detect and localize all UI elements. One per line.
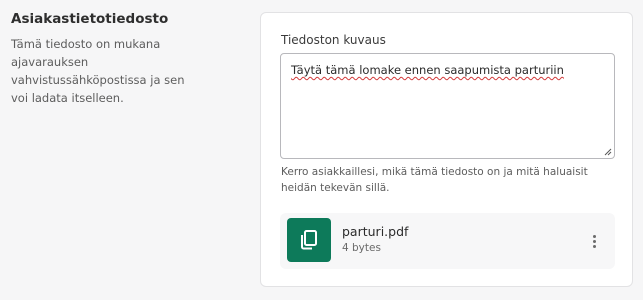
resize-handle-icon[interactable] (604, 148, 612, 156)
more-options-button[interactable] (587, 231, 601, 251)
section-title: Asiakastietotiedosto (11, 11, 169, 27)
file-item[interactable]: parturi.pdf 4 bytes (280, 213, 615, 269)
page: Asiakastietotiedosto Tämä tiedosto on mu… (0, 0, 643, 300)
file-size: 4 bytes (342, 242, 381, 254)
description-textarea[interactable]: Täytä tämä lomake ennen saapumista partu… (281, 54, 614, 158)
description-help-text: Kerro asiakkaillesi, mikä tämä tiedosto … (281, 166, 588, 194)
description-label: Tiedoston kuvaus (281, 33, 386, 47)
description-textarea-wrapper: Täytä tämä lomake ennen saapumista partu… (280, 53, 615, 159)
file-settings-card: Tiedoston kuvaus Täytä tämä lomake ennen… (260, 12, 633, 287)
file-copy-icon (301, 230, 317, 250)
file-name: parturi.pdf (342, 224, 409, 239)
section-info: Asiakastietotiedosto Tämä tiedosto on mu… (11, 10, 251, 107)
file-icon-box (287, 218, 331, 262)
more-vertical-icon (592, 234, 596, 238)
section-description: Tämä tiedosto on mukana ajavarauksen vah… (11, 37, 185, 105)
